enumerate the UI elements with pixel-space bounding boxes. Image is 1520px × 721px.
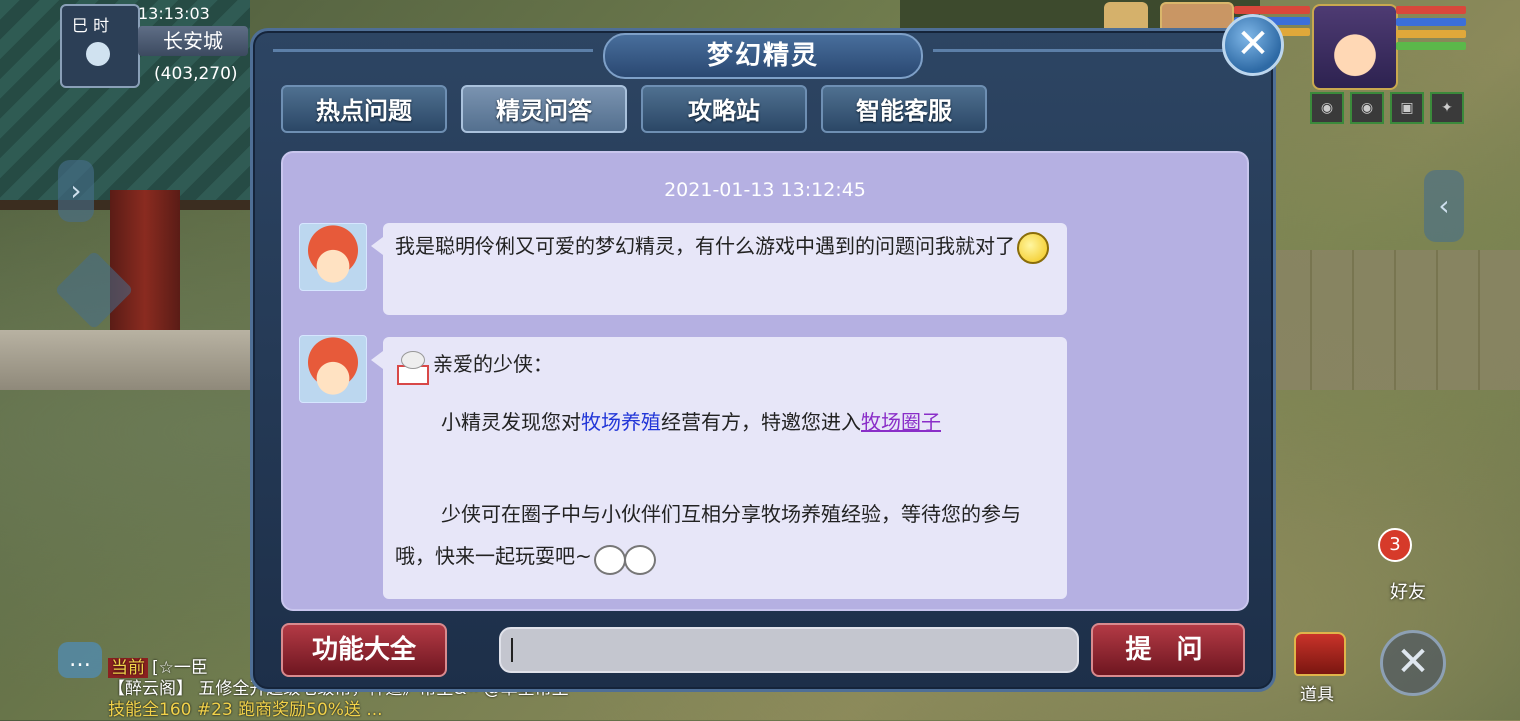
player-status-bars (1396, 6, 1466, 54)
collapse-right-arrow-icon[interactable]: ‹ (1424, 170, 1464, 242)
message-text: 小精灵发现您对 (441, 410, 581, 434)
sprite-helper-dialog: 梦幻精灵 热点问题 精灵问答 攻略站 智能客服 2021-01-13 13:12… (250, 28, 1276, 692)
background-wall (1270, 250, 1520, 390)
tab-bar: 热点问题 精灵问答 攻略站 智能客服 (281, 85, 987, 133)
ranch-highlight: 牧场养殖 (581, 410, 661, 434)
message-bubble: 亲爱的少侠： 小精灵发现您对牧场养殖经营有方，特邀您进入牧场圈子 少侠可在圈子中… (371, 337, 1067, 599)
buff-icon[interactable]: ▣ (1390, 92, 1424, 124)
buff-icon[interactable]: ◉ (1310, 92, 1344, 124)
treasure-chest-icon (1294, 632, 1346, 676)
clock: 13:13:03 (138, 4, 210, 23)
greeting-text: 亲爱的少侠： (433, 352, 553, 376)
tab-strategy[interactable]: 攻略站 (641, 85, 807, 133)
player-avatar[interactable] (1312, 4, 1398, 90)
tab-smart-support[interactable]: 智能客服 (821, 85, 987, 133)
question-input[interactable] (499, 627, 1079, 673)
tab-hot-questions[interactable]: 热点问题 (281, 85, 447, 133)
background-pillar (110, 190, 180, 350)
ranch-circle-link[interactable]: 牧场圈子 (861, 410, 941, 434)
friend-count-badge: 3 (1378, 528, 1412, 562)
all-functions-button[interactable]: 功能大全 (281, 623, 447, 677)
background-stone-base (0, 330, 250, 390)
text-caret (511, 638, 513, 662)
expand-left-arrow-icon[interactable]: › (58, 160, 94, 222)
pigs-emoji-icon (592, 543, 656, 575)
message-text: 少侠可在圈子中与小伙伴们互相分享牧场养殖经验，等待您的参与哦，快来一起玩耍吧~ (395, 502, 1021, 568)
menu-close-icon[interactable]: ✕ (1380, 630, 1446, 696)
buff-icon[interactable]: ✦ (1430, 92, 1464, 124)
chat-bubble-icon[interactable]: … (58, 642, 102, 678)
message-bubble: 我是聪明伶俐又可爱的梦幻精灵，有什么游戏中遇到的问题问我就对了 (371, 223, 1067, 315)
coordinates: (403,270) (154, 64, 238, 84)
minimap-button[interactable]: 巳 时 (60, 4, 140, 88)
city-name: 长安城 (138, 26, 248, 56)
minimap-panel[interactable]: 巳 时 13:13:03 长安城 (403,270) (60, 4, 250, 88)
dialog-title: 梦幻精灵 (603, 33, 923, 79)
message-text: 经营有方，特邀您进入 (661, 410, 861, 434)
inventory-label: 道具 (1300, 685, 1334, 705)
title-decoration (933, 49, 1233, 52)
chat-line: 技能全160 #23 跑商奖励50%送 ... (108, 700, 383, 720)
dialog-close-icon[interactable]: ✕ (1222, 14, 1284, 76)
channel-tag: 当前 (108, 658, 148, 678)
game-time-label: 巳 时 (72, 16, 110, 35)
ask-button[interactable]: 提 问 (1091, 623, 1245, 677)
question-input-field[interactable] (519, 629, 1063, 673)
message-timestamp: 2021-01-13 13:12:45 (664, 179, 866, 201)
message-text: 我是聪明伶俐又可爱的梦幻精灵，有什么游戏中遇到的问题问我就对了 (395, 234, 1015, 258)
title-decoration (273, 49, 593, 52)
map-pin-icon (86, 42, 110, 66)
message-area[interactable]: 2021-01-13 13:12:45 我是聪明伶俐又可爱的梦幻精灵，有什么游戏… (281, 151, 1249, 611)
tab-sprite-qa[interactable]: 精灵问答 (461, 85, 627, 133)
friends-button[interactable]: 3 好友 (1376, 528, 1440, 603)
sprite-avatar (299, 335, 367, 403)
envelope-icon (395, 350, 429, 385)
sprite-avatar (299, 223, 367, 291)
buff-icon[interactable]: ◉ (1350, 92, 1384, 124)
buff-slots: ◉ ◉ ▣ ✦ (1310, 92, 1464, 124)
friends-label: 好友 (1390, 582, 1426, 603)
inventory-button[interactable]: 道具 (1294, 632, 1350, 705)
smile-emoji-icon (1017, 231, 1049, 264)
chat-line: [☆一臣 (152, 658, 208, 678)
